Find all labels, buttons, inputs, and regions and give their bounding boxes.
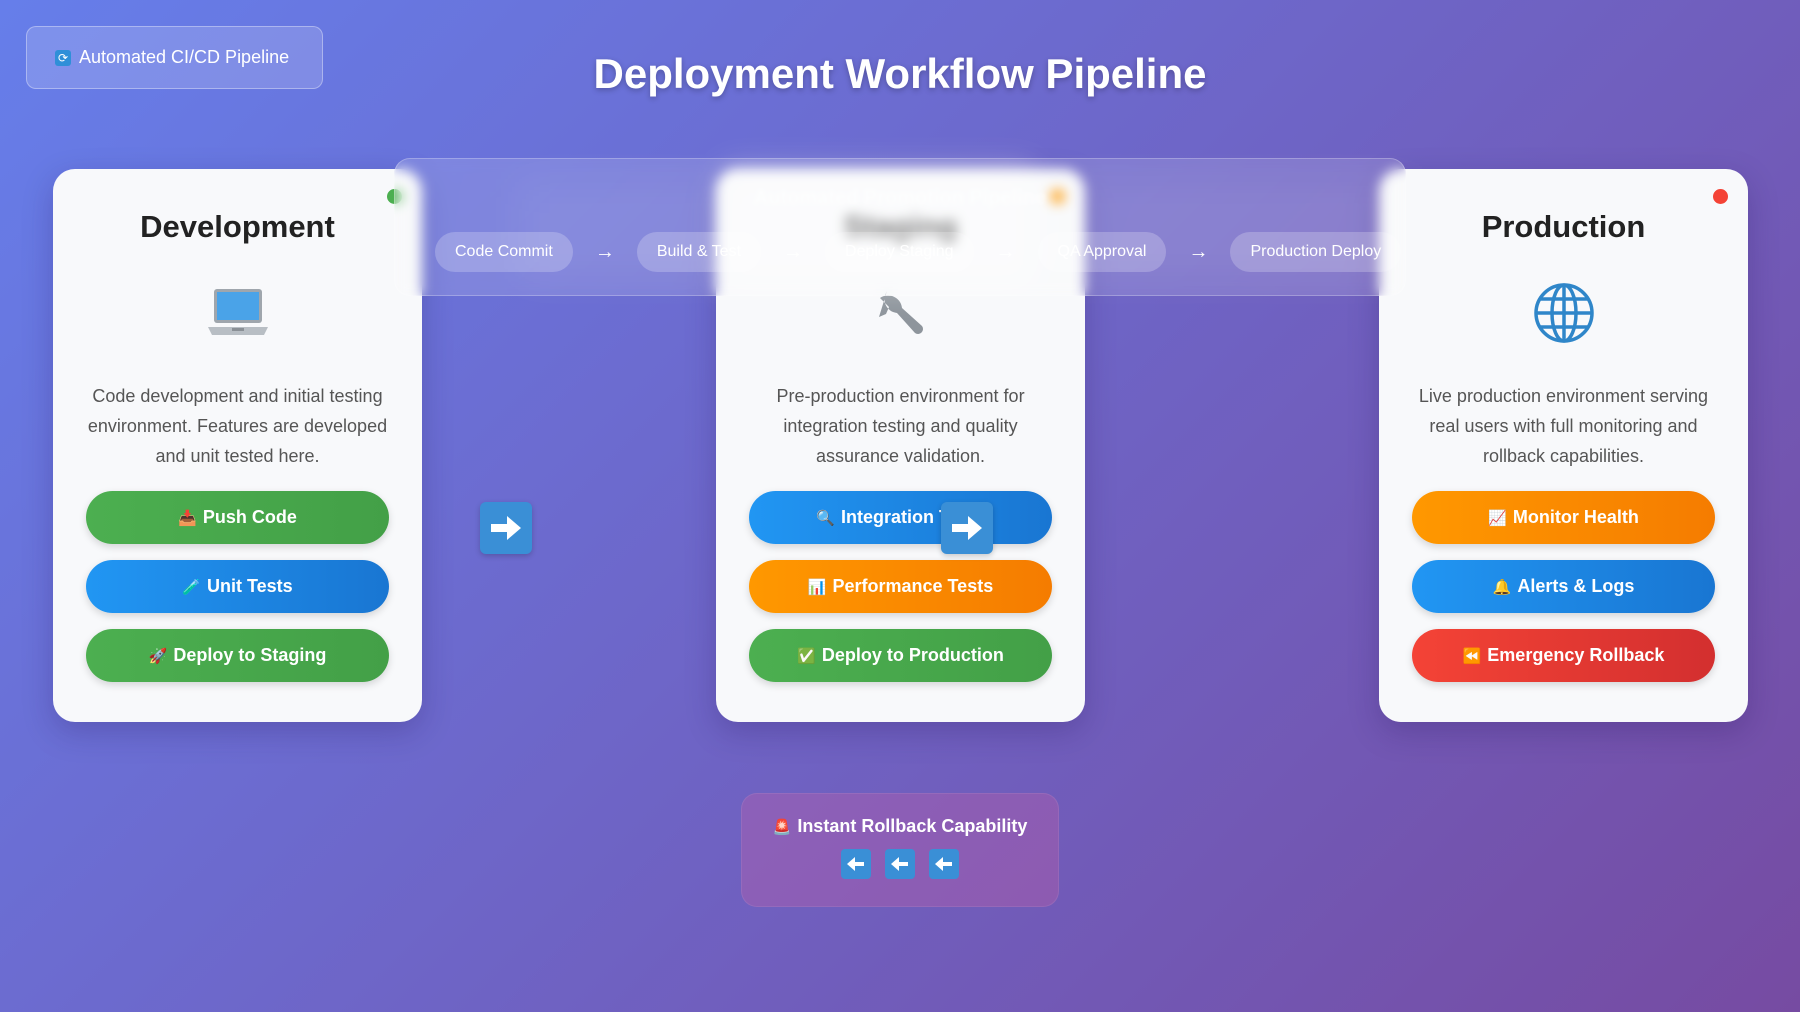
bar-chart-icon: 📊 — [807, 578, 827, 596]
inbox-tray-icon: 📥 — [178, 509, 197, 527]
deploy-to-production-button[interactable]: ✅ Deploy to Production — [749, 629, 1052, 682]
development-title: Development — [140, 209, 335, 244]
development-description: Code development and initial testing env… — [87, 386, 388, 466]
unit-tests-button[interactable]: 🧪 Unit Tests — [86, 560, 389, 613]
arrow-left-icon — [841, 849, 871, 879]
flow-arrow-right-icon — [480, 502, 532, 554]
rollback-title: Instant Rollback Capability — [797, 816, 1028, 836]
deploy-to-staging-label: Deploy to Staging — [173, 645, 327, 665]
magnifier-icon: 🔍 — [816, 509, 835, 527]
emergency-rollback-label: Emergency Rollback — [1487, 645, 1665, 665]
deploy-to-staging-button[interactable]: 🚀 Deploy to Staging — [86, 629, 389, 682]
emergency-rollback-button[interactable]: ⏪ Emergency Rollback — [1412, 629, 1715, 682]
alerts-logs-label: Alerts & Logs — [1517, 576, 1635, 596]
development-card: Development Code development and initial… — [53, 169, 422, 722]
production-description: Live production environment serving real… — [1418, 386, 1709, 466]
monitor-health-button[interactable]: 📈 Monitor Health — [1412, 491, 1715, 544]
step-arrow-icon: → — [594, 240, 615, 263]
page-title: Deployment Workflow Pipeline — [593, 50, 1207, 97]
rewind-icon: ⏪ — [1462, 647, 1482, 665]
step-arrow-icon: → — [1188, 240, 1209, 263]
alerts-logs-button[interactable]: 🔔 Alerts & Logs — [1412, 560, 1715, 613]
push-code-button[interactable]: 📥 Push Code — [86, 491, 389, 544]
monitor-health-label: Monitor Health — [1512, 507, 1639, 527]
siren-icon: 🚨 — [772, 818, 792, 836]
staging-description: Pre-production environment for integrati… — [776, 386, 1025, 466]
deploy-to-production-label: Deploy to Production — [821, 645, 1004, 665]
rollback-panel: 🚨 Instant Rollback Capability — [741, 793, 1059, 907]
pipeline-step[interactable]: QA Approval — [1037, 232, 1167, 272]
trend-chart-icon: 📈 — [1488, 509, 1507, 527]
production-title: Production — [1481, 209, 1646, 244]
unit-tests-label: Unit Tests — [207, 576, 293, 596]
production-card: Production Live production environment s… — [1379, 169, 1748, 722]
performance-tests-label: Performance Tests — [832, 576, 994, 596]
performance-tests-button[interactable]: 📊 Performance Tests — [749, 560, 1052, 613]
flow-arrow-right-icon — [941, 502, 993, 554]
bell-icon: 🔔 — [1492, 578, 1512, 596]
pipeline-step[interactable]: Production Deploy — [1230, 232, 1402, 272]
arrow-left-icon — [885, 849, 915, 879]
laptop-icon — [206, 281, 270, 345]
arrow-left-icon — [929, 849, 959, 879]
status-dot — [1713, 189, 1728, 204]
pipeline-step[interactable]: Code Commit — [435, 232, 573, 272]
globe-icon — [1532, 281, 1596, 345]
check-icon: ✅ — [797, 647, 816, 665]
test-tube-icon: 🧪 — [182, 578, 201, 596]
integration-tests-button[interactable]: 🔍 Integration Tests — [749, 491, 1052, 544]
push-code-label: Push Code — [202, 507, 297, 527]
rocket-icon: 🚀 — [148, 647, 168, 665]
promotion-pipeline-panel: Automated Promotion Pipeline Code Commit… — [394, 158, 1415, 296]
